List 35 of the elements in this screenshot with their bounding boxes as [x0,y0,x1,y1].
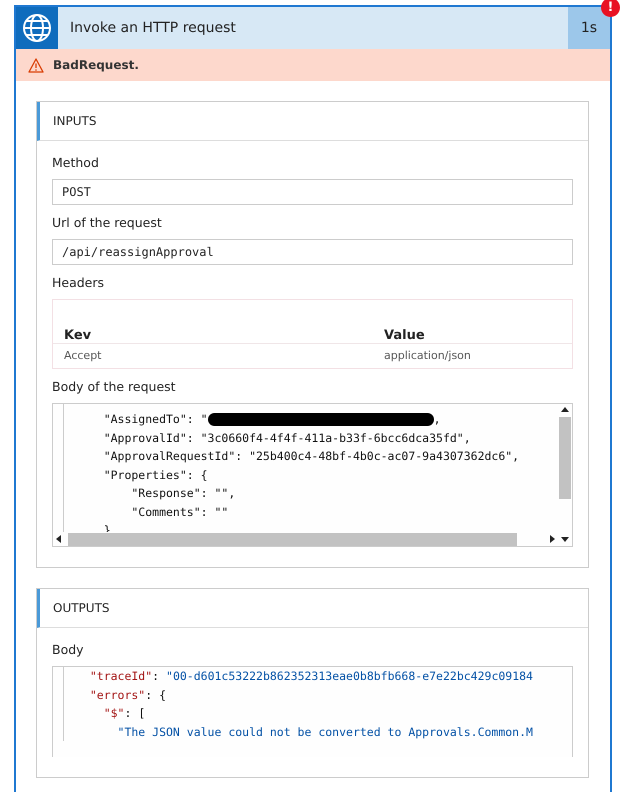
section-heading: OUTPUTS [37,589,588,628]
action-header[interactable]: Invoke an HTTP request 1s [16,7,610,49]
code-line: "AssignedTo": " , [102,411,440,428]
code-line: "traceId": "00-d601c53222b862352313eae0b8bfb668-e7e22bc429c09184 [88,668,533,685]
field-label: Url of the request [52,215,163,230]
down-arrow-icon[interactable] [561,536,569,542]
code-line: "The JSON value could not be converted to Approvals.Common.M [116,724,533,740]
warning-icon [28,58,44,72]
method-field: POST [52,179,573,205]
left-arrow-icon[interactable] [56,535,61,543]
error-message: BadRequest. [53,58,139,72]
url-field: /api/reassignApproval [52,239,573,265]
section-heading: INPUTS [37,102,588,141]
action-title: Invoke an HTTP request [69,19,237,38]
code-line: "errors": { [88,686,166,704]
code-line: "Properties": { [102,466,208,484]
code-line: "Response": "", [130,485,236,502]
code-line: "Comments": "" [130,504,228,520]
error-badge: ! [601,0,620,17]
field-label: Body [52,642,85,657]
field-label: Method [52,155,100,170]
globe-icon [22,13,52,43]
right-arrow-icon[interactable] [550,535,555,543]
field-label: Body of the request [52,379,177,394]
up-arrow-icon[interactable] [561,407,569,412]
table-cell-text: Accept [64,348,102,364]
duration-label: 1s [568,7,610,49]
horizontal-scrollbar[interactable] [53,532,572,546]
column-header: Kev [64,328,92,343]
column-header: Value [384,328,426,343]
code-line: "ApprovalRequestId": "25b400c4-48bf-4b0c-ac07-9a4307362dc6", [102,448,520,465]
code-line: "$": [ [102,705,146,722]
code-line: "ApprovalId": "3c0660f4-4f4f-411a-b33f-6bcc6dca35fd", [102,430,471,446]
table-cell-text: application/json [384,348,472,364]
field-label: Headers [52,275,106,290]
